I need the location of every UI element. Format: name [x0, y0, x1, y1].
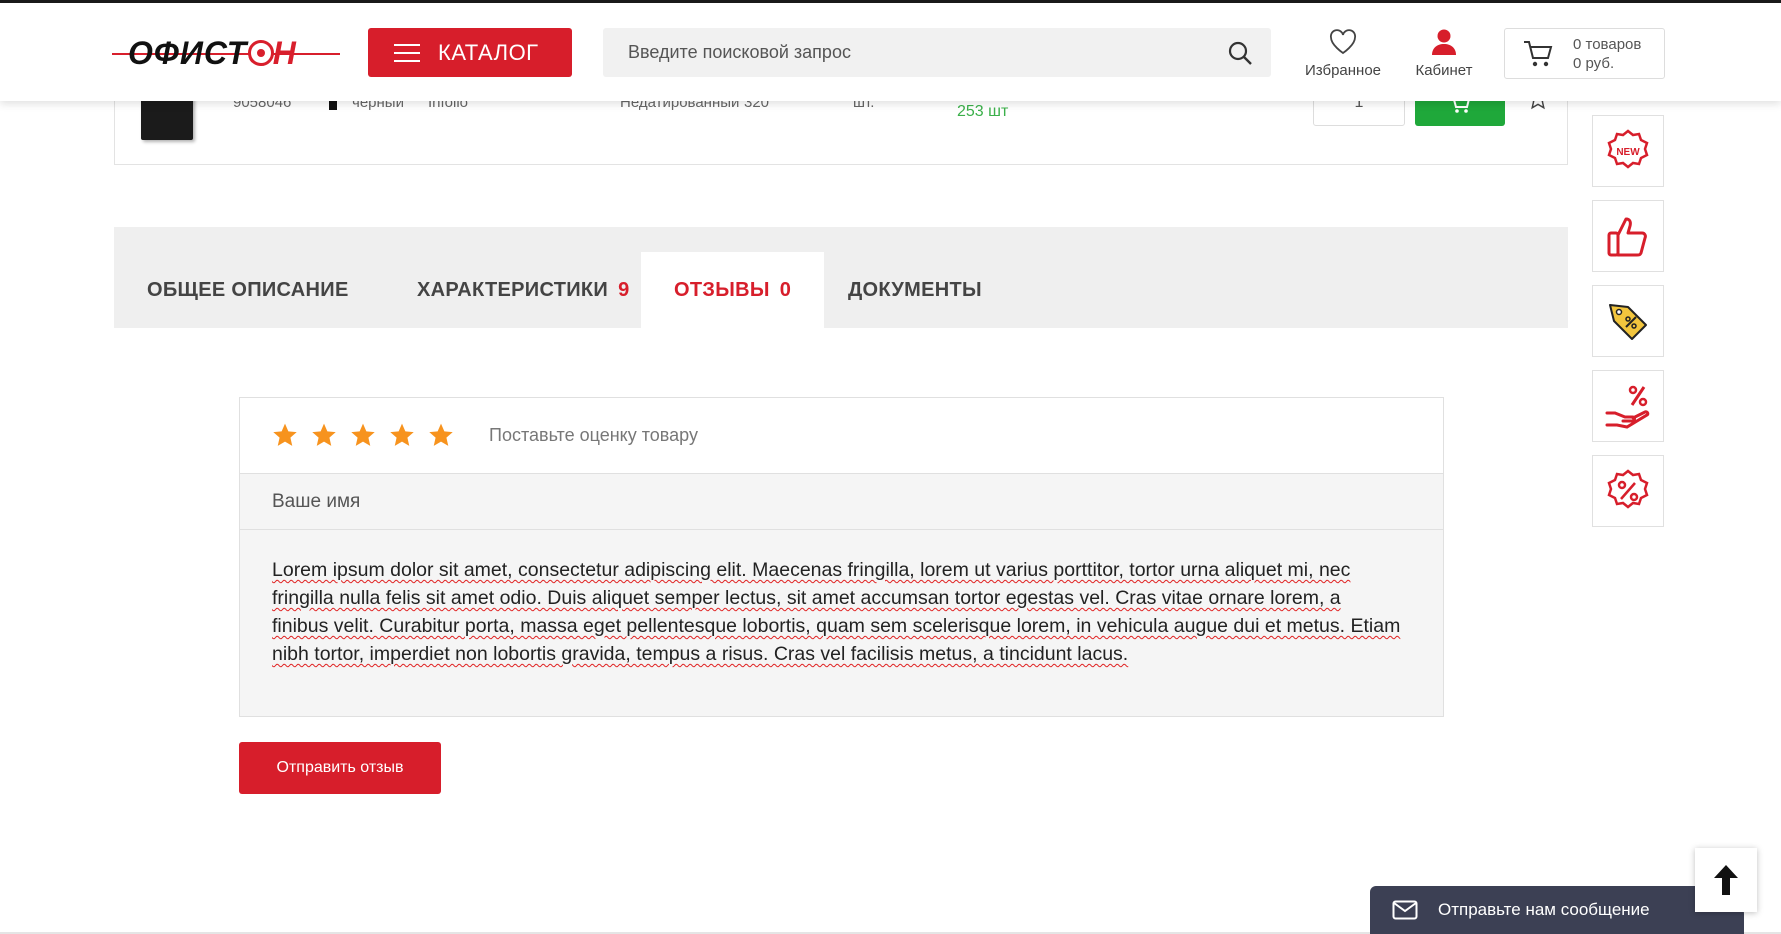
discounts-button[interactable] — [1592, 455, 1664, 527]
rating-stars[interactable] — [272, 422, 454, 448]
cart-widget[interactable]: 0 товаров 0 руб. — [1504, 28, 1665, 79]
name-field-row — [240, 474, 1443, 530]
cart-count: 0 товаров — [1573, 36, 1642, 53]
rating-row: Поставьте оценку товару — [240, 398, 1443, 474]
svg-text:NEW: NEW — [1616, 147, 1640, 158]
search-icon[interactable] — [1227, 40, 1253, 66]
product-tabs: ОБЩЕЕ ОПИСАНИЕ ХАРАКТЕРИСТИКИ 9 ОТЗЫВЫ 0… — [114, 227, 1568, 328]
star-icon[interactable] — [311, 422, 337, 448]
percent-hand-icon — [1605, 385, 1650, 429]
sale-tag-button[interactable] — [1592, 285, 1664, 357]
stock-amount: 253 шт — [957, 103, 1009, 120]
catalog-button[interactable]: КАТАЛОГ — [368, 28, 572, 77]
review-text: Lorem ipsum dolor sit amet, consectetur … — [272, 559, 1401, 665]
user-icon — [1432, 29, 1456, 55]
cabinet-link[interactable]: Кабинет — [1404, 28, 1484, 79]
characteristics-count: 9 — [618, 278, 630, 301]
special-offer-button[interactable] — [1592, 370, 1664, 442]
cart-sum: 0 руб. — [1573, 55, 1615, 72]
star-icon[interactable] — [389, 422, 415, 448]
star-icon[interactable] — [272, 422, 298, 448]
logo-gear-icon — [248, 40, 274, 66]
search-bar — [603, 28, 1271, 77]
cabinet-label: Кабинет — [1415, 62, 1473, 79]
name-field[interactable] — [240, 474, 1443, 529]
star-icon[interactable] — [428, 422, 454, 448]
search-input[interactable] — [603, 28, 1213, 77]
star-icon[interactable] — [350, 422, 376, 448]
tab-reviews[interactable]: ОТЗЫВЫ 0 — [641, 252, 825, 328]
rating-hint: Поставьте оценку товару — [489, 425, 698, 445]
favorites-label: Избранное — [1304, 62, 1382, 79]
logo[interactable]: ОФИСТОН — [112, 31, 340, 75]
tab-characteristics[interactable]: ХАРАКТЕРИСТИКИ 9 — [384, 252, 663, 328]
new-products-button[interactable]: NEW — [1592, 115, 1664, 187]
arrow-up-icon — [1714, 865, 1738, 895]
recommended-button[interactable] — [1592, 200, 1664, 272]
cart-icon — [1524, 41, 1553, 67]
favorites-link[interactable]: Избранное — [1296, 28, 1390, 79]
reviews-count: 0 — [779, 278, 792, 301]
submit-review-button[interactable]: Отправить отзыв — [239, 742, 441, 794]
heart-icon — [1330, 29, 1356, 55]
tab-documents[interactable]: ДОКУМЕНТЫ — [815, 252, 1015, 328]
menu-icon — [394, 43, 420, 62]
discount-tag-icon — [1609, 304, 1647, 340]
tab-description[interactable]: ОБЩЕЕ ОПИСАНИЕ — [114, 252, 382, 328]
catalog-label: КАТАЛОГ — [438, 39, 539, 65]
scroll-to-top-button[interactable] — [1695, 848, 1757, 912]
new-badge-icon: NEW — [1607, 129, 1649, 169]
chat-label: Отправьте нам сообщение — [1438, 900, 1650, 919]
thumbs-up-icon — [1607, 217, 1647, 257]
review-textarea[interactable]: Lorem ipsum dolor sit amet, consectetur … — [240, 530, 1443, 716]
percent-badge-icon — [1607, 469, 1649, 509]
envelope-icon — [1392, 900, 1418, 920]
chat-widget[interactable]: Отправьте нам сообщение — [1370, 886, 1744, 934]
site-header: ОФИСТОН КАТАЛОГ Избранное Кабинет 0 това… — [0, 3, 1781, 101]
review-form: Поставьте оценку товару Lorem ipsum dolo… — [239, 397, 1444, 717]
